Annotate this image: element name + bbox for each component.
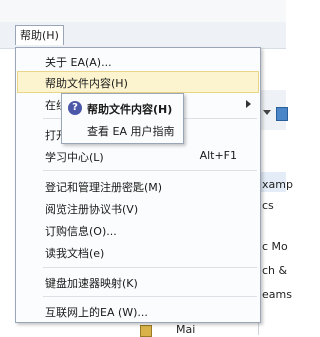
menu-item-learning-center[interactable]: 学习中心(L) Alt+F1 bbox=[17, 145, 259, 167]
menu-help[interactable]: 帮助(H) bbox=[15, 25, 64, 45]
menu-item-keyboard-map[interactable]: 键盘加速器映射(K) bbox=[17, 271, 259, 293]
menu-item-register-keys[interactable]: 登记和管理注册密匙(M) bbox=[17, 175, 259, 197]
submenu-item-user-guide[interactable]: 查看 EA 用户指南 bbox=[63, 119, 182, 141]
menu-separator bbox=[43, 296, 257, 297]
submenu-item-label: 查看 EA 用户指南 bbox=[87, 125, 175, 138]
menu-item-label: 键盘加速器映射(K) bbox=[45, 277, 138, 290]
package-icon bbox=[140, 325, 152, 337]
menu-separator bbox=[43, 267, 257, 268]
background-tree-item: Mai bbox=[140, 322, 200, 337]
submenu-item-label: 帮助文件内容(H) bbox=[87, 103, 173, 116]
toolbar-document-icon[interactable] bbox=[276, 107, 288, 121]
help-circle-icon: ? bbox=[68, 101, 82, 115]
menu-item-label: 帮助文件内容(H) bbox=[45, 77, 128, 90]
background-text: Mai bbox=[176, 323, 196, 336]
menu-item-license-agreement[interactable]: 阅览注册协议书(V) bbox=[17, 197, 259, 219]
menu-item-about[interactable]: 关于 EA(A)... bbox=[17, 50, 259, 72]
menu-item-ea-on-web[interactable]: 互联网上的EA (W)... bbox=[17, 300, 259, 322]
menu-item-label: 互联网上的EA (W)... bbox=[45, 306, 148, 319]
background-text: eams bbox=[262, 288, 292, 301]
menu-item-help-contents[interactable]: 帮助文件内容(H) bbox=[17, 71, 259, 93]
window-top-strip bbox=[0, 0, 286, 22]
menu-item-label: 订购信息(O)... bbox=[45, 225, 117, 238]
menu-item-label: 关于 EA(A)... bbox=[45, 56, 112, 69]
menu-bar: 帮助(H) bbox=[0, 22, 286, 49]
menu-separator bbox=[43, 170, 257, 171]
toolbar-dropdown-arrow-icon[interactable] bbox=[263, 110, 271, 115]
menu-item-label: 阅览注册协议书(V) bbox=[45, 203, 139, 216]
submenu-item-help-contents[interactable]: ? 帮助文件内容(H) bbox=[63, 97, 182, 119]
help-menu-dropdown: 关于 EA(A)... 帮助文件内容(H) 在线... 打开... 学习中心(L… bbox=[15, 47, 261, 323]
background-browser-panel bbox=[258, 130, 287, 335]
submenu-arrow-icon bbox=[246, 100, 251, 108]
background-text: cs bbox=[262, 199, 274, 212]
menu-item-shortcut: Alt+F1 bbox=[199, 149, 237, 162]
menu-item-label: 登记和管理注册密匙(M) bbox=[45, 181, 163, 194]
menu-item-readme[interactable]: 读我文档(e) bbox=[17, 241, 259, 263]
background-text: ch & bbox=[262, 264, 288, 277]
menu-item-label: 学习中心(L) bbox=[45, 151, 104, 164]
background-text: c Mo bbox=[262, 240, 288, 253]
menu-item-label: 读我文档(e) bbox=[45, 247, 105, 260]
menu-item-order-info[interactable]: 订购信息(O)... bbox=[17, 219, 259, 241]
background-text: xamp bbox=[262, 178, 293, 191]
help-submenu: ? 帮助文件内容(H) 查看 EA 用户指南 bbox=[61, 93, 184, 144]
